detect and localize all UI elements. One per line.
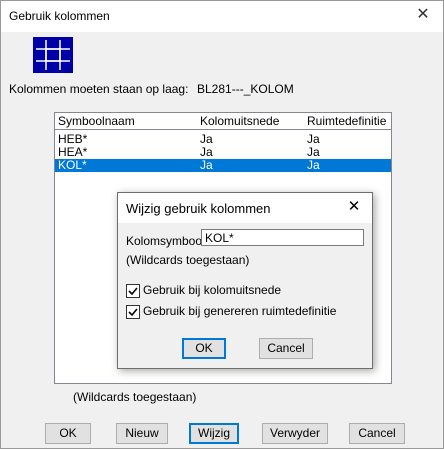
ok-button[interactable]: OK	[45, 423, 91, 444]
dialog-ok-button[interactable]: OK	[182, 338, 226, 359]
wijzig-button[interactable]: Wijzig	[189, 423, 239, 444]
list-header: Symboolnaam Kolomuitsnede Ruimtedefiniti…	[55, 113, 391, 130]
cell-ruimtedefinitie: Ja	[307, 158, 320, 172]
layer-value: BL281---_KOLOM	[197, 82, 294, 96]
nieuw-button[interactable]: Nieuw	[116, 423, 168, 444]
table-row[interactable]: HEA* Ja Ja	[55, 146, 391, 159]
layer-label: Kolommen moeten staan op laag:	[9, 82, 189, 96]
check-icon	[128, 287, 138, 296]
window-close-button[interactable]: ✕	[413, 5, 433, 25]
dialog-titlebar: Wijzig gebruik kolommen ✕	[118, 193, 372, 223]
table-row-selected[interactable]: KOL* Ja Ja	[55, 159, 391, 172]
header-ruimtedefinitie[interactable]: Ruimtedefinitie	[307, 114, 386, 128]
grid-icon	[33, 37, 73, 73]
window-title: Gebruik kolommen	[9, 9, 110, 23]
cell-name: KOL*	[58, 158, 87, 172]
dialog-cancel-button[interactable]: Cancel	[259, 338, 313, 359]
wijzig-dialog: Wijzig gebruik kolommen ✕ Kolomsymbool K…	[117, 192, 373, 369]
verwyder-button[interactable]: Verwyder	[262, 423, 328, 444]
gebruik-kolommen-window: Gebruik kolommen ✕ Kolommen moeten staan…	[0, 0, 444, 449]
dialog-title: Wijzig gebruik kolommen	[126, 201, 271, 216]
kolomsymbool-input[interactable]: KOL*	[201, 229, 364, 246]
dialog-wildcards-note: (Wildcards toegestaan)	[126, 253, 250, 267]
cancel-button[interactable]: Cancel	[349, 423, 405, 444]
kolomuitsnede-checkbox[interactable]	[126, 284, 140, 298]
ruimtedefinitie-checkbox-label[interactable]: Gebruik bij genereren ruimtedefinitie	[143, 304, 336, 318]
header-symboolnaam[interactable]: Symboolnaam	[58, 114, 135, 128]
header-kolomuitsnede[interactable]: Kolomuitsnede	[200, 114, 279, 128]
cell-kolomuitsnede: Ja	[200, 158, 213, 172]
dialog-close-button[interactable]: ✕	[344, 197, 364, 217]
kolomsymbool-label: Kolomsymbool	[126, 234, 205, 248]
window-titlebar: Gebruik kolommen ✕	[1, 1, 443, 32]
wildcards-note: (Wildcards toegestaan)	[73, 390, 197, 404]
check-icon	[128, 308, 138, 317]
table-row[interactable]: HEB* Ja Ja	[55, 133, 391, 146]
kolomuitsnede-checkbox-label[interactable]: Gebruik bij kolomuitsnede	[143, 283, 281, 297]
ruimtedefinitie-checkbox[interactable]	[126, 305, 140, 319]
grid-icon-graphic	[33, 37, 73, 73]
